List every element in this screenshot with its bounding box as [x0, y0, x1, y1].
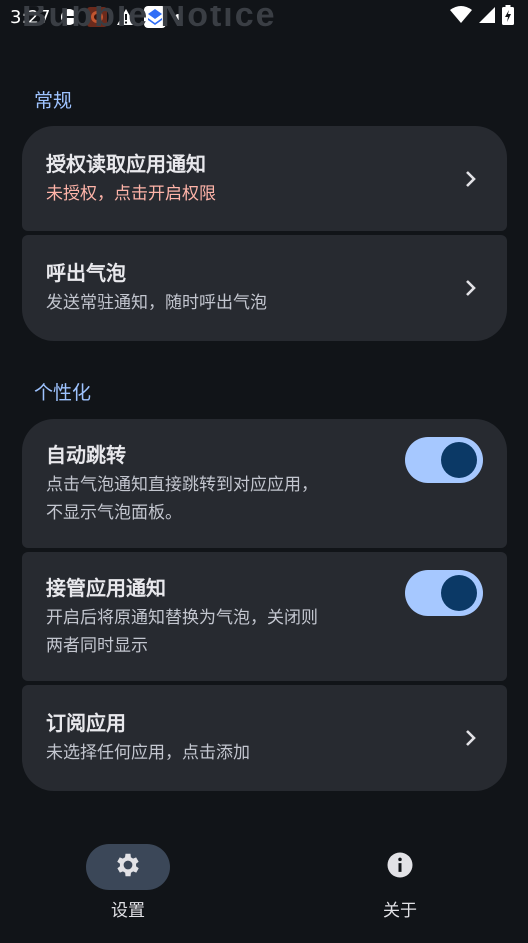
- info-icon: [385, 850, 415, 884]
- switch-thumb: [441, 442, 477, 478]
- bottom-navigation: 设置 关于: [0, 830, 528, 943]
- item-title: 呼出气泡: [46, 261, 126, 285]
- nav-settings-label: 设置: [111, 901, 145, 921]
- item-title: 接管应用通知: [46, 575, 166, 600]
- summon-bubble-item[interactable]: 呼出气泡 发送常驻通知，随时呼出气泡: [22, 235, 507, 341]
- take-over-notifications-switch[interactable]: [405, 570, 483, 616]
- item-subtitle-line1: 点击气泡通知直接跳转到对应应用，: [46, 474, 318, 495]
- app-icon: [144, 6, 167, 28]
- nav-about[interactable]: 关于: [340, 844, 460, 921]
- status-time: 3:27: [10, 6, 51, 28]
- auto-jump-switch[interactable]: [405, 437, 483, 483]
- nav-about-indicator[interactable]: [358, 844, 442, 890]
- gear-icon: [113, 850, 143, 884]
- item-subtitle-line1: 开启后将原通知替换为气泡，关闭则: [46, 607, 318, 628]
- battery-charging-icon: [502, 4, 514, 30]
- nav-settings[interactable]: 设置: [68, 844, 188, 921]
- section-header-personalize: 个性化: [34, 382, 92, 404]
- item-subtitle-line2: 两者同时显示: [46, 635, 148, 656]
- auto-jump-item[interactable]: 自动跳转 点击气泡通知直接跳转到对应应用， 不显示气泡面板。: [22, 419, 507, 548]
- item-subtitle-line2: 不显示气泡面板。: [46, 502, 182, 523]
- item-title: 自动跳转: [46, 442, 126, 467]
- app-notification-icon: [86, 6, 108, 28]
- warning-icon: [116, 8, 136, 26]
- item-subtitle: 发送常驻通知，随时呼出气泡: [46, 293, 267, 313]
- section-header-general: 常规: [34, 90, 73, 112]
- item-subtitle: 未选择任何应用，点击添加: [46, 743, 250, 763]
- chevron-right-icon: [459, 726, 483, 750]
- status-bar: 3:27: [0, 0, 528, 34]
- dnd-icon: [60, 8, 78, 26]
- item-title: 授权读取应用通知: [46, 151, 206, 176]
- signal-icon: [478, 6, 496, 29]
- nav-settings-indicator[interactable]: [86, 844, 170, 890]
- item-subtitle: 未授权，点击开启权限: [46, 183, 216, 204]
- switch-thumb: [441, 575, 477, 611]
- take-over-notifications-item[interactable]: 接管应用通知 开启后将原通知替换为气泡，关闭则 两者同时显示: [22, 552, 507, 681]
- subscribe-apps-item[interactable]: 订阅应用 未选择任何应用，点击添加: [22, 685, 507, 791]
- chevron-right-icon: [459, 167, 483, 191]
- wifi-icon: [450, 5, 472, 29]
- authorize-notification-access-item[interactable]: 授权读取应用通知 未授权，点击开启权限: [22, 126, 507, 231]
- item-title: 订阅应用: [46, 711, 126, 735]
- nav-about-label: 关于: [383, 901, 417, 921]
- dot-icon: [174, 13, 182, 21]
- chevron-right-icon: [459, 276, 483, 300]
